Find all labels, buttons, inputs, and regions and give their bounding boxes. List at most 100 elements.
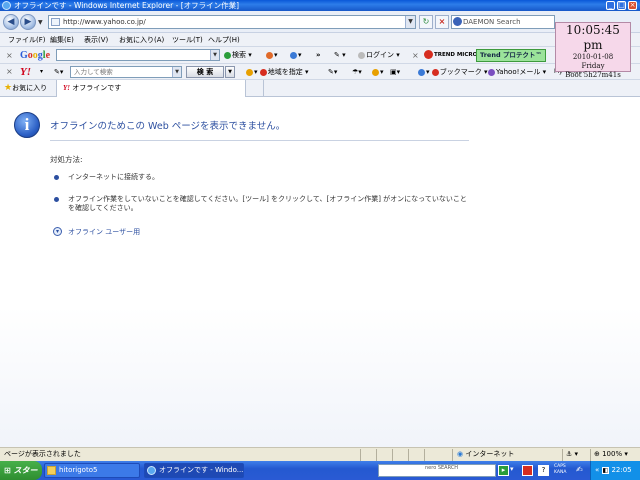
stop-button[interactable]: ×	[435, 15, 449, 29]
menu-view[interactable]: 表示(V)	[84, 33, 108, 47]
refresh-button[interactable]: ↻	[419, 15, 433, 29]
yahoo-search-button[interactable]: 検 索	[186, 66, 224, 78]
address-field[interactable]: http://www.yahoo.co.jp/ ▼	[48, 15, 416, 29]
ime-icon[interactable]: ✍	[576, 465, 583, 474]
status-cell	[392, 449, 408, 461]
taskbar: ⊞ スタート hitorigoto5 オフラインです - Windo... ne…	[0, 461, 640, 480]
status-cell	[360, 449, 376, 461]
deskbar-go-icon[interactable]: ▸	[498, 465, 509, 476]
task-ie-window[interactable]: オフラインです - Windo...	[144, 463, 244, 478]
offline-users-link[interactable]: オフライン ユーザー用	[68, 227, 140, 237]
menu-file[interactable]: ファイル(F)	[8, 33, 46, 47]
expand-icon[interactable]: ▾	[53, 227, 62, 236]
login-button[interactable]: ログイン ▾	[358, 47, 400, 64]
wrench-icon[interactable]: ✎ ▾	[334, 47, 346, 64]
menu-help[interactable]: ヘルプ(H)	[208, 33, 240, 47]
history-dropdown-icon[interactable]: ▼	[38, 19, 43, 26]
maximize-button[interactable]: □	[617, 1, 626, 10]
nero-search-label: nero SEARCH	[425, 465, 459, 471]
caps-kana-indicator: CAPS KANA	[554, 464, 567, 475]
title-divider	[50, 140, 469, 141]
google-logo[interactable]: Google	[20, 47, 50, 64]
pencil-icon[interactable]: ✎▾	[54, 64, 63, 80]
window-titlebar: オフラインです - Windows Internet Explorer - [オ…	[0, 0, 640, 11]
favorites-star-icon: ★	[4, 83, 13, 93]
google-search-dropdown-icon[interactable]: ▼	[210, 50, 219, 60]
yahoo-logo[interactable]: Y!	[20, 64, 31, 80]
puzzle-icon[interactable]: ▾	[290, 47, 302, 64]
howto-item-connect: インターネットに接続する。	[68, 173, 159, 181]
status-bar: ページが表示されました ◉ インターネット ⚓ ▾ ⊕ 100% ▾	[0, 447, 640, 461]
help-icon[interactable]: ?	[538, 465, 549, 476]
yahoo-tools-icon[interactable]: ▣▾	[390, 64, 400, 80]
yahoo-search-options-icon[interactable]: ▼	[225, 66, 235, 78]
ie-app-icon	[2, 1, 11, 10]
windows-logo-icon: ⊞	[4, 466, 11, 475]
yahoo-search-input[interactable]: 入力して検索 ▼	[70, 66, 182, 78]
bullet-icon	[54, 197, 59, 202]
address-dropdown-icon[interactable]: ▼	[405, 16, 415, 28]
window-title: オフラインです - Windows Internet Explorer - [オ…	[14, 1, 240, 10]
google-search-button[interactable]: 検索 ▾	[224, 47, 252, 64]
yahoo-logo-dropdown-icon[interactable]: ▾	[40, 64, 43, 80]
forward-button[interactable]: ▶	[20, 14, 36, 30]
folder-icon	[47, 466, 56, 475]
status-cell	[376, 449, 392, 461]
yahoo-toolbar: × Y! ▾ ✎▾ 入力して検索 ▼ 検 索 ▼ ▾ 地域を指定 ▾ ✎▾ ☂▾…	[0, 64, 640, 80]
close-yahoo-toolbar-icon[interactable]: ×	[6, 64, 13, 80]
minimize-button[interactable]: _	[606, 1, 615, 10]
volume-icon[interactable]: ◧	[601, 467, 610, 474]
ie-icon	[147, 466, 156, 475]
protected-mode-icon[interactable]: ⚓ ▾	[562, 449, 590, 461]
start-button[interactable]: ⊞ スタート	[0, 461, 42, 480]
zone-indicator: ◉ インターネット	[452, 449, 562, 461]
new-tab-button[interactable]	[246, 80, 264, 97]
address-row: ◀ ▶ ▼ http://www.yahoo.co.jp/ ▼ ↻ × DAEM…	[0, 11, 640, 33]
tray-expand-icon[interactable]: «	[595, 466, 599, 474]
news-icon[interactable]: ☂▾	[352, 64, 362, 80]
google-search-input[interactable]: ▼	[56, 49, 220, 61]
globe-icon: ◉	[457, 450, 464, 458]
deskbar-search-input[interactable]: nero SEARCH	[378, 464, 496, 477]
back-button[interactable]: ◀	[3, 14, 19, 30]
clock-widget: 10:05:45 pm 2010-01-08 Friday Boot 5h27m…	[555, 22, 631, 79]
favorites-button[interactable]: ★お気に入り	[4, 80, 47, 97]
page-icon	[51, 18, 60, 26]
tab-offline[interactable]: Y! オフラインです	[56, 80, 246, 97]
highlight-icon[interactable]: ✎▾	[328, 64, 337, 80]
close-trend-toolbar-icon[interactable]: ×	[412, 47, 419, 64]
page-title: オフラインのためこの Web ページを表示できません。	[50, 121, 286, 132]
close-toolbar-icon[interactable]: ×	[6, 47, 13, 64]
clock-date: 2010-01-08	[572, 53, 614, 61]
status-cell	[408, 449, 424, 461]
deskbar-dropdown-icon[interactable]: ▾	[510, 465, 514, 473]
clock-weekday: Friday	[581, 62, 605, 70]
yahoo-mail-button[interactable]: Yahoo!メール ▾	[488, 64, 546, 80]
tray-icon[interactable]	[522, 465, 533, 476]
status-cell	[424, 449, 452, 461]
bookmarks-button[interactable]: ▾ ブックマーク ▾	[418, 64, 488, 80]
search-provider-icon	[453, 17, 462, 26]
clock-boot: Boot 5h27m41s	[565, 71, 621, 79]
tray-clock: 22:05	[611, 466, 632, 474]
bookmark-star-icon[interactable]: ▾	[266, 47, 278, 64]
info-icon: i	[14, 112, 40, 138]
toolbar-overflow-icon[interactable]: »	[316, 47, 321, 64]
menu-favorites[interactable]: お気に入り(A)	[119, 33, 164, 47]
yahoo-extra-icon[interactable]: ▾	[372, 64, 384, 80]
page-content: i オフラインのためこの Web ページを表示できません。 対処方法: インター…	[0, 98, 640, 447]
trend-micro-logo: TREND MICRO	[424, 47, 477, 64]
zoom-button[interactable]: ⊕ 100% ▾	[590, 449, 640, 461]
close-button[interactable]: ×	[628, 1, 637, 10]
howto-label: 対処方法:	[50, 155, 83, 164]
trend-protect-button[interactable]: Trend プロテクト™	[476, 49, 546, 62]
address-url: http://www.yahoo.co.jp/	[63, 18, 146, 26]
area-button[interactable]: ▾ 地域を指定 ▾	[246, 64, 309, 80]
menu-edit[interactable]: 編集(E)	[50, 33, 74, 47]
yahoo-tab-icon: Y!	[63, 84, 70, 92]
yahoo-search-dropdown-icon[interactable]: ▼	[172, 67, 181, 77]
task-folder[interactable]: hitorigoto5	[44, 463, 140, 478]
system-tray: « ◧ 22:05	[590, 461, 640, 480]
search-field[interactable]: DAEMON Search	[451, 15, 555, 29]
menu-tools[interactable]: ツール(T)	[172, 33, 203, 47]
